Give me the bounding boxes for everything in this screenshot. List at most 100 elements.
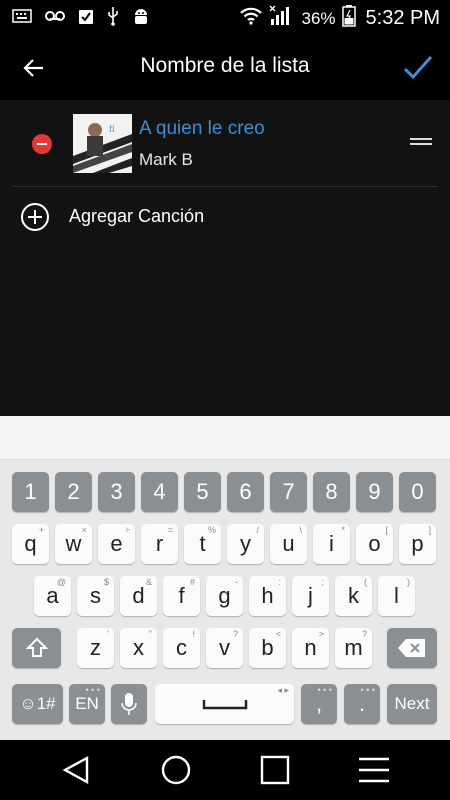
backspace-icon bbox=[398, 639, 425, 657]
key-0[interactable]: 0 bbox=[399, 472, 436, 512]
confirm-button[interactable] bbox=[400, 50, 436, 86]
key-label: c bbox=[176, 635, 187, 660]
page-title[interactable]: Nombre de la lista bbox=[0, 54, 450, 78]
key-t[interactable]: % t bbox=[184, 524, 221, 564]
key-6[interactable]: 6 bbox=[227, 472, 264, 512]
key-h[interactable]: :h bbox=[249, 576, 286, 616]
voice-input-key[interactable] bbox=[111, 684, 147, 724]
comma-key[interactable]: • • • , bbox=[301, 684, 337, 724]
key-label: 9 bbox=[368, 479, 381, 504]
emoji-symbols-label: ☺1# bbox=[19, 694, 56, 713]
key-label: g bbox=[218, 583, 231, 608]
language-key[interactable]: • • • EN bbox=[69, 684, 105, 724]
key-hint: ' bbox=[107, 629, 109, 639]
nav-back-button[interactable] bbox=[58, 752, 94, 788]
key-1[interactable]: 1 bbox=[12, 472, 49, 512]
key-c[interactable]: ! c bbox=[163, 628, 200, 668]
playlist-editor: fl A quien le creo Mark B Agregar Canció… bbox=[0, 100, 450, 416]
divider bbox=[12, 186, 438, 187]
key-g[interactable]: -g bbox=[206, 576, 243, 616]
key-hint: $ bbox=[103, 577, 109, 587]
status-time: 5:32 PM bbox=[365, 7, 440, 29]
key-hint: ; bbox=[321, 577, 324, 587]
key-label: f bbox=[178, 583, 185, 608]
key-hint: = bbox=[167, 525, 173, 535]
key-p[interactable]: ] p bbox=[399, 524, 436, 564]
nav-home-button[interactable] bbox=[158, 752, 194, 788]
key-3[interactable]: 3 bbox=[98, 472, 135, 512]
key-x[interactable]: " x bbox=[120, 628, 157, 668]
key-4[interactable]: 4 bbox=[141, 472, 178, 512]
key-label: t bbox=[199, 531, 206, 556]
song-row[interactable]: fl A quien le creo Mark B bbox=[0, 108, 450, 184]
key-z[interactable]: ' z bbox=[77, 628, 114, 668]
key-e[interactable]: ÷ e bbox=[98, 524, 135, 564]
key-label: 2 bbox=[67, 479, 80, 504]
key-a[interactable]: @ a bbox=[34, 576, 71, 616]
key-l[interactable]: ) l bbox=[378, 576, 415, 616]
nav-recents-button[interactable] bbox=[257, 752, 293, 788]
circle-home-icon bbox=[161, 755, 191, 785]
nav-menu-button[interactable] bbox=[356, 752, 392, 788]
key-hint: ) bbox=[407, 577, 410, 587]
key-hint: & bbox=[145, 577, 152, 587]
key-2[interactable]: 2 bbox=[55, 472, 92, 512]
svg-text:fl: fl bbox=[109, 124, 115, 134]
key-label: b bbox=[261, 635, 274, 660]
key-label: m bbox=[344, 635, 363, 660]
key-hint: ? bbox=[232, 629, 238, 639]
key-label: 0 bbox=[411, 479, 424, 504]
key-n[interactable]: > n bbox=[292, 628, 329, 668]
key-label: k bbox=[348, 583, 359, 608]
space-key[interactable]: ◂ ▸ bbox=[155, 684, 294, 724]
key-label: u bbox=[282, 531, 295, 556]
key-7[interactable]: 7 bbox=[270, 472, 307, 512]
backspace-key[interactable] bbox=[387, 628, 437, 668]
key-8[interactable]: 8 bbox=[313, 472, 350, 512]
key-i[interactable]: * i bbox=[313, 524, 350, 564]
key-j[interactable]: ; j bbox=[292, 576, 329, 616]
key-r[interactable]: = r bbox=[141, 524, 178, 564]
key-label: d bbox=[132, 583, 145, 608]
key-hint: @ bbox=[56, 577, 66, 587]
shift-icon bbox=[25, 637, 48, 657]
key-y[interactable]: / y bbox=[227, 524, 264, 564]
remove-song-button[interactable] bbox=[32, 134, 52, 154]
emoji-symbols-key[interactable]: ☺1# bbox=[12, 684, 63, 724]
key-hint: > bbox=[318, 629, 324, 639]
key-hint: * bbox=[341, 525, 345, 535]
language-label: EN bbox=[75, 694, 99, 713]
key-q[interactable]: + q bbox=[12, 524, 49, 564]
key-hint: \ bbox=[299, 525, 302, 535]
key-hint: ! bbox=[192, 629, 195, 639]
key-s[interactable]: $ s bbox=[77, 576, 114, 616]
key-5[interactable]: 5 bbox=[184, 472, 221, 512]
key-label: 3 bbox=[110, 479, 123, 504]
key-o[interactable]: [o bbox=[356, 524, 393, 564]
key-9[interactable]: 9 bbox=[356, 472, 393, 512]
key-f[interactable]: # f bbox=[163, 576, 200, 616]
key-label: 8 bbox=[325, 479, 338, 504]
key-label: e bbox=[110, 531, 123, 556]
add-song-label: Agregar Canción bbox=[69, 206, 205, 226]
add-song-button[interactable]: Agregar Canción bbox=[0, 196, 450, 240]
key-v[interactable]: ? v bbox=[206, 628, 243, 668]
period-key[interactable]: • • • . bbox=[344, 684, 380, 724]
next-key[interactable]: Next bbox=[387, 684, 437, 724]
battery-percent: 36% bbox=[301, 8, 336, 28]
key-label: z bbox=[90, 635, 101, 660]
key-hint: ? bbox=[361, 629, 367, 639]
key-k[interactable]: (k bbox=[335, 576, 372, 616]
key-m[interactable]: ? m bbox=[335, 628, 372, 668]
key-label: 5 bbox=[196, 479, 209, 504]
suggestion-bar[interactable] bbox=[0, 416, 450, 460]
drag-handle-icon[interactable] bbox=[410, 138, 432, 152]
key-hint: [ bbox=[385, 525, 388, 535]
key-d[interactable]: & d bbox=[120, 576, 157, 616]
shift-key[interactable] bbox=[12, 628, 61, 668]
key-u[interactable]: \ u bbox=[270, 524, 307, 564]
key-b[interactable]: < b bbox=[249, 628, 286, 668]
key-w[interactable]: × w bbox=[55, 524, 92, 564]
key-hint: / bbox=[256, 525, 259, 535]
key-label: 6 bbox=[239, 479, 252, 504]
